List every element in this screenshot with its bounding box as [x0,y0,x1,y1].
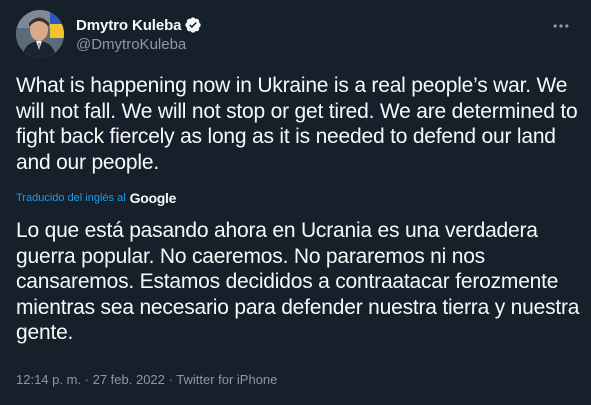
user-info: Dmytro Kuleba @DmytroKuleba [76,15,202,53]
more-options-icon[interactable] [549,14,573,38]
display-name[interactable]: Dmytro Kuleba [76,17,181,34]
tweet-header: Dmytro Kuleba @DmytroKuleba [16,10,575,58]
translated-text: Lo que está pasando ahora en Ucrania es … [16,219,580,344]
verified-badge-icon [184,16,202,34]
google-logo: Google [129,190,177,206]
name-row: Dmytro Kuleba [76,15,202,35]
meta-separator: · [81,372,93,387]
tweet-time[interactable]: 12:14 p. m. [16,372,81,387]
avatar-image [16,10,64,58]
user-handle[interactable]: @DmytroKuleba [76,36,202,53]
meta-separator: · [164,372,177,387]
translation-note-label[interactable]: Traducido del inglés al [16,192,126,204]
translation-note: Traducido del inglés al Google [16,190,176,206]
tweet-meta: 12:14 p. m. · 27 feb. 2022 · Twitter for… [16,372,277,387]
tweet-date[interactable]: 27 feb. 2022 [93,372,165,387]
tweet: Dmytro Kuleba @DmytroKuleba What is happ… [0,0,591,405]
tweet-text: What is happening now in Ukraine is a re… [16,74,578,174]
tweet-source[interactable]: Twitter for iPhone [176,372,277,387]
avatar[interactable] [16,10,64,58]
